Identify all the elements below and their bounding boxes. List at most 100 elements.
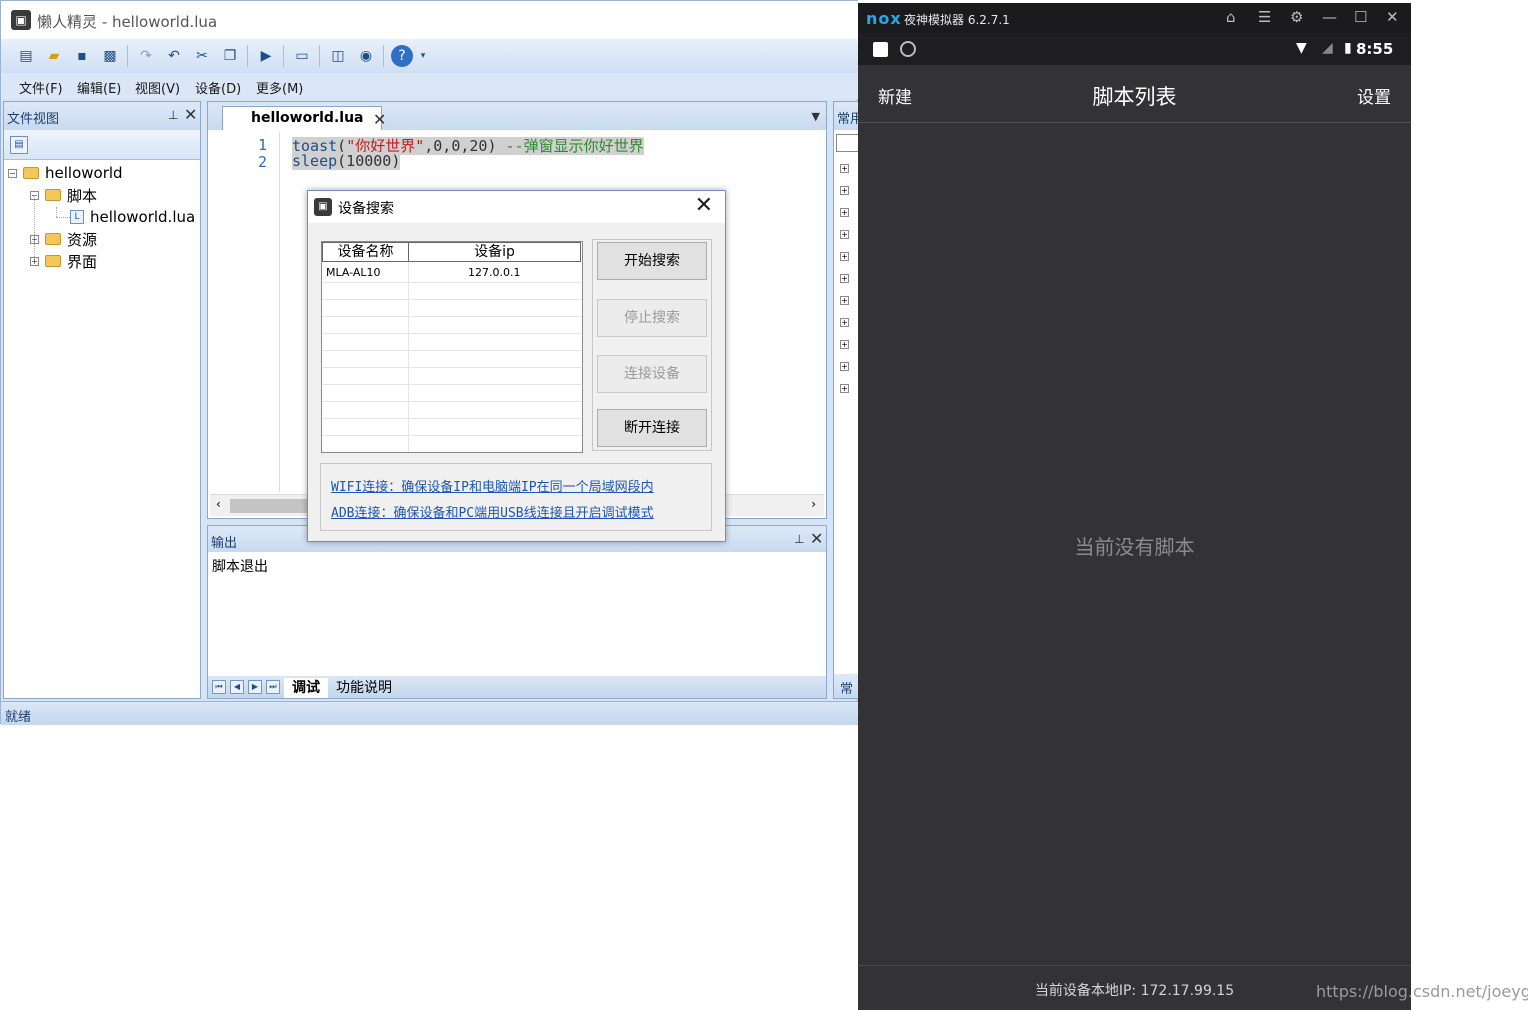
code-line-2[interactable]: sleep(10000) (292, 152, 401, 170)
open-folder-icon[interactable]: ▰ (43, 45, 65, 67)
expand-icon[interactable]: + (840, 384, 849, 393)
settings-button[interactable]: 设置 (1357, 83, 1391, 108)
expand-icon[interactable]: + (840, 274, 849, 283)
expand-icon[interactable]: + (840, 362, 849, 371)
device-name-cell: MLA-AL10 (326, 266, 381, 279)
tree-item-label: 脚本 (67, 186, 98, 205)
expand-icon[interactable]: + (840, 208, 849, 217)
no-signal-icon: ◢ (1322, 40, 1333, 56)
ide-titlebar: ▣ 懒人精灵 - helloworld.lua (1, 1, 859, 39)
disconnect-button[interactable]: 断开连接 (597, 409, 707, 447)
expand-icon[interactable]: + (840, 164, 849, 173)
close-icon[interactable]: ✕ (810, 529, 823, 548)
copy-icon[interactable]: ❐ (219, 45, 241, 67)
dialog-title: 设备搜索 (338, 201, 394, 217)
output-text: 脚本退出 (212, 559, 268, 575)
close-icon[interactable]: ✕ (1386, 8, 1399, 26)
common-search-input[interactable] (836, 134, 858, 152)
tab-close-icon[interactable]: ✕ (373, 109, 386, 131)
maximize-icon[interactable]: ☐ (1354, 8, 1367, 26)
collapse-icon[interactable]: − (8, 168, 17, 178)
first-tab-icon[interactable]: ⏮ (212, 680, 226, 694)
tab-list-dropdown-icon[interactable]: ▼ (812, 110, 820, 123)
stop-search-button[interactable]: 停止搜索 (597, 299, 707, 337)
tree-item-helloworld[interactable]: − helloworld (8, 163, 123, 183)
common-panel-title: 常用 (834, 102, 858, 130)
tree-item-label: helloworld (45, 164, 123, 182)
output-panel: 输出 ⊥ ✕ 脚本退出 ⏮ ◀ ▶ ⏭ 调试 功能说明 (207, 525, 827, 699)
emulator-name: 夜神模拟器 6.2.7.1 (904, 13, 1010, 27)
save-all-icon[interactable]: ▩ (99, 45, 121, 67)
dialog-titlebar: ▣ 设备搜索 ✕ (308, 191, 725, 223)
wifi-icon: ▼ (1296, 40, 1307, 56)
project-icon[interactable]: ▤ (10, 136, 28, 154)
column-header-device-ip[interactable]: 设备ip (408, 242, 581, 262)
menu-file[interactable]: 文件(F) (19, 78, 63, 97)
save-icon[interactable]: ▪ (71, 45, 93, 67)
help-icon[interactable]: ? (391, 45, 413, 67)
pin-icon[interactable]: ⊥ (794, 532, 804, 546)
scroll-right-icon[interactable]: › (811, 497, 816, 511)
redo-icon[interactable]: ↷ (135, 45, 157, 67)
tree-item-ui[interactable]: + 界面 (30, 251, 97, 271)
new-file-icon[interactable]: ▤ (15, 45, 37, 67)
emulator-window: nox 夜神模拟器 6.2.7.1 ⌂ ☰ ⚙ — ☐ ✕ ▼ ◢ ▮ 8:55… (858, 3, 1411, 1010)
nox-status-icon (900, 41, 916, 57)
menu-more[interactable]: 更多(M) (256, 78, 303, 97)
adb-hint-link[interactable]: ADB连接：确保设备和PC端用USB线连接且开启调试模式 (331, 502, 654, 521)
menu-device[interactable]: 设备(D) (195, 78, 241, 97)
tree-item-scripts[interactable]: − 脚本 (30, 185, 97, 205)
column-header-device-name[interactable]: 设备名称 (322, 242, 409, 262)
minimize-icon[interactable]: — (1322, 8, 1337, 26)
expand-icon[interactable]: + (840, 340, 849, 349)
common-panel-tab[interactable]: 常用 (834, 674, 858, 698)
expand-icon[interactable]: + (840, 230, 849, 239)
close-icon[interactable]: ✕ (695, 193, 713, 218)
folder-icon (45, 233, 61, 245)
pin-icon[interactable]: ⊥ (168, 108, 178, 122)
connect-device-button[interactable]: 连接设备 (597, 355, 707, 393)
last-tab-icon[interactable]: ⏭ (266, 680, 280, 694)
shirt-icon[interactable]: ⌂ (1226, 8, 1236, 26)
line-number-gutter: 1 2 (210, 132, 280, 492)
tab-debug[interactable]: 调试 (284, 678, 328, 698)
run-icon[interactable]: ▶ (255, 45, 277, 67)
nox-logo: nox (866, 9, 902, 28)
tree-item-helloworld-lua[interactable]: L helloworld.lua (70, 207, 195, 227)
expand-icon[interactable]: + (840, 252, 849, 261)
table-row[interactable]: MLA-AL10 127.0.0.1 (322, 263, 582, 282)
tab-function-help[interactable]: 功能说明 (328, 678, 400, 698)
expand-icon[interactable]: + (840, 186, 849, 195)
expand-icon[interactable]: + (840, 296, 849, 305)
tree-item-resources[interactable]: + 资源 (30, 229, 97, 249)
notification-icon (873, 42, 888, 57)
device-search-dialog: ▣ 设备搜索 ✕ 设备名称 设备ip MLA-AL10 127.0.0.1 开始… (307, 190, 726, 542)
expand-icon[interactable]: + (840, 318, 849, 327)
settings-gear-icon[interactable]: ⚙ (1290, 8, 1303, 26)
menu-icon[interactable]: ☰ (1258, 8, 1271, 26)
file-panel-header: 文件视图 ⊥ ✕ (4, 102, 200, 130)
wifi-hint-link[interactable]: WIFI连接：确保设备IP和电脑端IP在同一个局域网段内 (331, 476, 654, 495)
start-search-button[interactable]: 开始搜索 (597, 242, 707, 280)
menu-edit[interactable]: 编辑(E) (77, 78, 121, 97)
android-icon[interactable]: ◫ (327, 45, 349, 67)
file-view-panel: 文件视图 ⊥ ✕ ▤ − helloworld − 脚本 L helloworl… (3, 101, 201, 699)
common-panel: 常用 + + + + + + + + + + + 常用 (833, 101, 859, 699)
clock: 8:55 (1356, 40, 1394, 58)
scroll-left-icon[interactable]: ‹ (216, 497, 221, 511)
menu-view[interactable]: 视图(V) (135, 78, 180, 97)
undo-icon[interactable]: ↶ (163, 45, 185, 67)
scroll-thumb[interactable] (230, 499, 310, 513)
close-icon[interactable]: ✕ (184, 105, 197, 124)
tab-helloworld-lua[interactable]: helloworld.lua ✕ (222, 106, 386, 130)
next-tab-icon[interactable]: ▶ (248, 680, 262, 694)
window-icon[interactable]: ▭ (291, 45, 313, 67)
cut-icon[interactable]: ✂ (191, 45, 213, 67)
camera-icon[interactable]: ◉ (355, 45, 377, 67)
file-panel-toolbar: ▤ (4, 130, 200, 160)
editor-tabbar: helloworld.lua ✕ ▼ (208, 102, 826, 130)
prev-tab-icon[interactable]: ◀ (230, 680, 244, 694)
output-tabbar: ⏮ ◀ ▶ ⏭ 调试 功能说明 (208, 676, 826, 698)
lua-file-icon: L (70, 210, 84, 224)
toolbar-overflow-icon[interactable]: ▾ (417, 45, 429, 67)
